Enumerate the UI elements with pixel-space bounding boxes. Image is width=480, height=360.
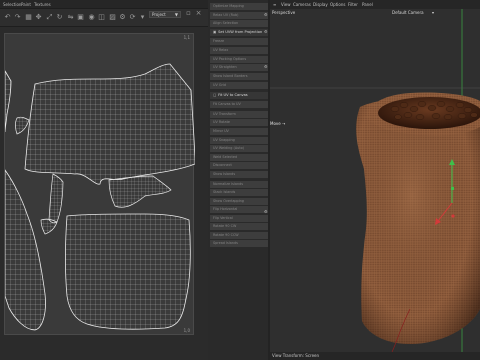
tool-item[interactable]: UV Rotate bbox=[210, 119, 268, 126]
coffee-beans bbox=[378, 97, 480, 129]
close-icon[interactable]: × bbox=[194, 9, 203, 18]
menu-item-textures[interactable]: Textures bbox=[34, 0, 51, 9]
tool-item[interactable]: Stack Islands bbox=[210, 189, 268, 196]
menu-item-filter[interactable]: Filter bbox=[348, 0, 358, 9]
move-arrow-icon: → bbox=[282, 121, 286, 126]
settings-icon[interactable]: ⚙ bbox=[118, 13, 127, 22]
settings-icon[interactable]: ⚙ bbox=[264, 30, 268, 34]
tool-item[interactable]: UV Grid bbox=[210, 82, 268, 89]
tool-item[interactable]: UV Snapping bbox=[210, 137, 268, 144]
viewport-canvas[interactable] bbox=[270, 9, 480, 352]
tool-item[interactable]: Flip Horizontal bbox=[210, 206, 268, 213]
grid-icon[interactable]: ▦ bbox=[24, 13, 33, 22]
tool-item[interactable]: Flip Vertical bbox=[210, 215, 268, 222]
tool-item[interactable]: Freeze bbox=[210, 38, 268, 45]
lock-icon[interactable]: ▣ bbox=[76, 13, 85, 22]
layers-icon[interactable]: ◫ bbox=[97, 13, 106, 22]
settings-icon[interactable]: ⚙ bbox=[264, 13, 268, 17]
tool-header-label: Fit UV to Canvas bbox=[218, 93, 248, 97]
tool-item[interactable]: Rotate 90 CCW bbox=[210, 232, 268, 239]
tool-item[interactable]: UV Straighten bbox=[210, 64, 268, 71]
tool-header-label: Set UVW from Projection bbox=[218, 30, 263, 34]
uv-islands bbox=[4, 63, 196, 331]
tool-item[interactable]: Align Selection bbox=[210, 20, 268, 27]
gizmo-handle[interactable] bbox=[451, 187, 454, 190]
menu-item-selection[interactable]: Selection bbox=[3, 0, 21, 9]
refresh-icon[interactable]: ⟳ bbox=[128, 13, 137, 22]
uv-project-icon: ▣ bbox=[213, 30, 217, 34]
uv-corner-bottom-right: 1,0 bbox=[183, 328, 190, 333]
uv-menubar: Selection Paint Textures bbox=[0, 0, 208, 9]
tool-item[interactable]: Spread Islands bbox=[210, 240, 268, 247]
camera-label[interactable]: Default Camera bbox=[392, 10, 424, 15]
uv-tools-list: Optimize Mapping Relax UV (Rub) Align Se… bbox=[208, 0, 268, 360]
uv-island-left-top bbox=[4, 69, 12, 133]
uv-island-sliver bbox=[15, 116, 30, 135]
move-label-text: Move bbox=[270, 121, 281, 126]
scale-icon[interactable]: ⤢ bbox=[45, 13, 54, 22]
viewport-statusbar: View Transform: Screen bbox=[270, 352, 480, 360]
tool-item[interactable]: Relax UV (Rub) bbox=[210, 12, 268, 19]
fit-canvas-icon: ▢ bbox=[213, 93, 217, 97]
viewport-label[interactable]: Perspective bbox=[272, 10, 295, 15]
undo-icon[interactable]: ↶ bbox=[3, 13, 12, 22]
menu-item-cameras[interactable]: Cameras bbox=[293, 0, 311, 9]
menu-item-paint[interactable]: Paint bbox=[21, 0, 31, 9]
chevron-down-icon: ▼ bbox=[174, 12, 178, 17]
uv-island-main-bottom bbox=[65, 213, 191, 330]
filter-icon[interactable]: ▾ bbox=[138, 13, 147, 22]
uv-island-main-top bbox=[24, 63, 196, 185]
maximize-icon[interactable]: ▫ bbox=[184, 9, 193, 18]
viewport-scene bbox=[270, 9, 480, 352]
tool-item[interactable]: UV Packing Options bbox=[210, 56, 268, 63]
tool-item[interactable]: Show Overlapping bbox=[210, 198, 268, 205]
tool-header-set-uvw[interactable]: ▣ Set UVW from Projection bbox=[210, 29, 268, 36]
uv-canvas[interactable]: 1,1 1,0 bbox=[4, 33, 196, 335]
tool-item[interactable]: UV Welding (Auto) bbox=[210, 145, 268, 152]
menu-item-view[interactable]: View bbox=[281, 0, 291, 9]
tool-item[interactable]: Mirror UV bbox=[210, 128, 268, 135]
projection-dropdown[interactable]: Project ▼ bbox=[149, 11, 181, 18]
tool-item[interactable]: Show Island Borders bbox=[210, 73, 268, 80]
texture-icon[interactable]: ▨ bbox=[108, 13, 117, 22]
tool-item[interactable]: Show Islands bbox=[210, 171, 268, 178]
uv-island-mid-right bbox=[108, 175, 172, 208]
uv-toolbar: ↶ ↷ ▦ ✥ ⤢ ↻ ⇋ ▣ ◉ ◫ ▨ ⚙ ⟳ ▾ Project ▼ ▫ … bbox=[0, 9, 208, 27]
tool-item[interactable]: Rotate 90 CW bbox=[210, 223, 268, 230]
settings-icon[interactable]: ⚙ bbox=[264, 210, 268, 214]
tool-item[interactable]: UV Transform bbox=[210, 111, 268, 118]
tool-item[interactable]: Weld Selected bbox=[210, 154, 268, 161]
uv-island-left-bottom bbox=[4, 168, 46, 331]
tool-item[interactable]: Fit Canvas to UV bbox=[210, 101, 268, 108]
eye-icon[interactable]: ◉ bbox=[87, 13, 96, 22]
tool-item[interactable]: UV Relax bbox=[210, 47, 268, 54]
viewport-menu-icon[interactable]: ≡ bbox=[273, 0, 276, 9]
move-icon[interactable]: ✥ bbox=[34, 13, 43, 22]
uv-island-fragment bbox=[40, 218, 58, 235]
uv-corner-top-right: 1,1 bbox=[183, 35, 190, 40]
tool-item[interactable]: Disconnect bbox=[210, 162, 268, 169]
redo-icon[interactable]: ↷ bbox=[13, 13, 22, 22]
menu-item-display[interactable]: Display bbox=[313, 0, 328, 9]
tool-item[interactable]: Normalize Islands bbox=[210, 181, 268, 188]
projection-dropdown-value: Project bbox=[152, 12, 166, 17]
mirror-icon[interactable]: ⇋ bbox=[66, 13, 75, 22]
menu-item-options[interactable]: Options bbox=[330, 0, 345, 9]
rotate-icon[interactable]: ↻ bbox=[55, 13, 64, 22]
gizmo-point[interactable] bbox=[451, 214, 455, 218]
tool-header-fit-canvas[interactable]: ▢ Fit UV to Canvas bbox=[210, 92, 268, 99]
view-transform-status: View Transform: Screen bbox=[272, 353, 320, 358]
camera-dropdown-icon[interactable]: ▾ bbox=[432, 10, 434, 15]
move-tool-label: Move → bbox=[270, 121, 285, 126]
uv-island-strip bbox=[48, 173, 64, 224]
settings-icon[interactable]: ⚙ bbox=[264, 65, 268, 69]
menu-item-panel[interactable]: Panel bbox=[362, 0, 373, 9]
tool-item[interactable]: Optimize Mapping bbox=[210, 3, 268, 10]
viewport-menubar: ≡ View Cameras Display Options Filter Pa… bbox=[270, 0, 480, 9]
